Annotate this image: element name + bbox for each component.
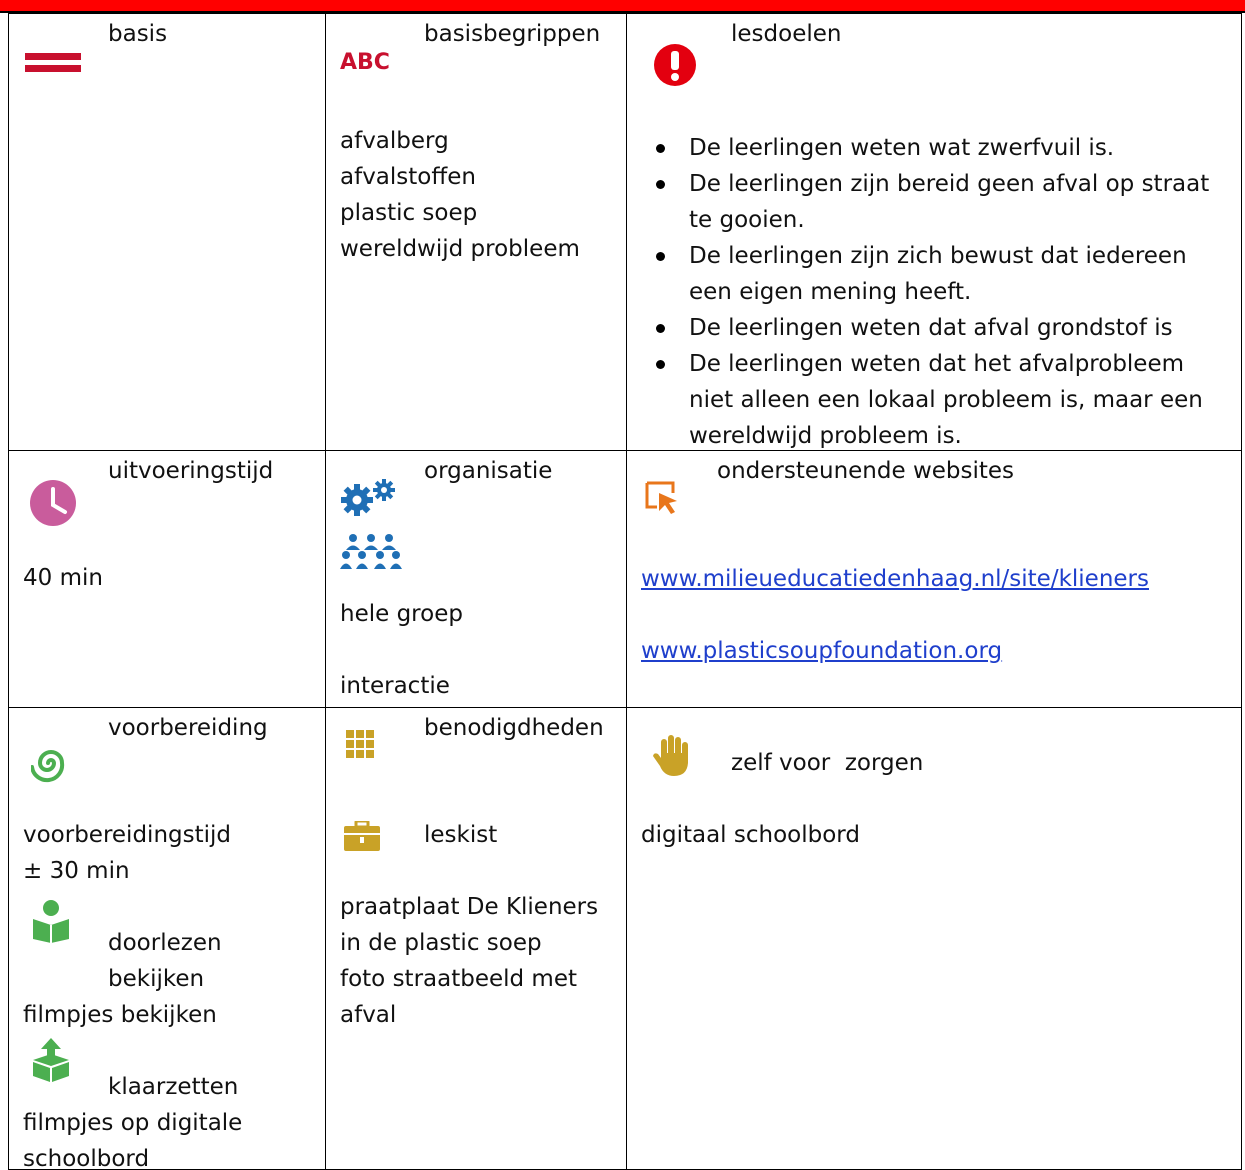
begrip-item: wereldwijd probleem [340, 236, 580, 262]
websites-label: ondersteunende websites [717, 458, 1015, 484]
cell-organisatie: organisatie hele groep interactie [325, 450, 627, 708]
bekijken-text: bekijken [108, 966, 205, 992]
cell-websites: ondersteunende websites www.milieueducat… [626, 450, 1242, 708]
cell-zelf-voor-zorgen: zelf voor zorgen digitaal schoolbord [626, 707, 1242, 1170]
lesdoel-item: De leerlingen weten dat het afvalproblee… [641, 346, 1229, 450]
lesdoel-item: De leerlingen zijn zich bewust dat ieder… [641, 238, 1229, 310]
exclamation-icon [654, 44, 696, 86]
cell-lesdoelen: lesdoelen De leerlingen weten wat zwerfv… [626, 13, 1242, 451]
benodigdheden-label: benodigdheden [424, 715, 604, 741]
cell-uitvoeringstijd: uitvoeringstijd 40 min [8, 450, 326, 708]
begrip-item: afvalberg [340, 128, 449, 154]
begrip-item: plastic soep [340, 200, 478, 226]
website-link-plasticsoup[interactable]: www.plasticsoupfoundation.org [641, 633, 1002, 669]
voorbereiding-label: voorbereiding [108, 715, 268, 741]
begrip-item: afvalstoffen [340, 164, 476, 190]
benodigdheid-item: in de plastic soep [340, 930, 542, 956]
gears-icon [341, 479, 395, 516]
abc-icon: ABC [340, 50, 390, 71]
double-bar-icon [25, 53, 81, 72]
organisatie-label: organisatie [424, 458, 553, 484]
zelf-item: digitaal schoolbord [641, 822, 860, 848]
voorbereidingstijd-label: voorbereidingstijd [23, 822, 231, 848]
lesdoelen-label: lesdoelen [731, 21, 842, 47]
organisatie-mode: interactie [340, 673, 450, 699]
lesson-info-table: basis ABC basisbegrippen afvalberg afval… [8, 13, 1242, 1170]
lesdoel-item: De leerlingen weten dat afval grondstof … [641, 310, 1229, 346]
hand-icon [653, 735, 688, 776]
grid-icon [346, 730, 374, 758]
doorlezen-text: doorlezen [108, 930, 222, 956]
benodigdheid-item: afval [340, 1002, 397, 1028]
uitvoeringstijd-label: uitvoeringstijd [108, 458, 274, 484]
cell-benodigdheden: benodigdheden leskist praatplaat De Klie… [325, 707, 627, 1170]
voorbereidingstijd-value: ± 30 min [23, 858, 130, 884]
briefcase-icon [344, 821, 380, 851]
box-upload-icon [33, 1038, 69, 1082]
lesdoelen-list: De leerlingen weten wat zwerfvuil is. De… [641, 130, 1229, 450]
schoolbord-text: schoolbord [23, 1146, 150, 1170]
leskist-text: leskist [424, 822, 498, 848]
klaarzetten-text: klaarzetten [108, 1074, 239, 1100]
lesdoel-item: De leerlingen weten wat zwerfvuil is. [641, 130, 1229, 166]
clock-icon [30, 480, 76, 526]
filmpjes-digitale-text: filmpjes op digitale [23, 1110, 243, 1136]
group-icon [340, 534, 402, 569]
benodigdheid-item: praatplaat De Klieners [340, 894, 599, 920]
spiral-icon [31, 750, 65, 783]
lesdoel-item: De leerlingen zijn bereid geen afval op … [641, 166, 1229, 238]
basisbegrippen-label: basisbegrippen [424, 21, 601, 47]
cell-voorbereiding: voorbereiding voorbereidingstijd ± 30 mi… [8, 707, 326, 1170]
website-link-milieueducatie[interactable]: www.milieueducatiedenhaag.nl/site/kliene… [641, 561, 1149, 597]
cell-basis: basis [8, 13, 326, 451]
zelf-voor-zorgen-label: zelf voor zorgen [731, 750, 924, 776]
uitvoeringstijd-value: 40 min [23, 565, 103, 591]
organisatie-group: hele groep [340, 601, 463, 627]
cell-basisbegrippen: ABC basisbegrippen afvalberg afvalstoffe… [325, 13, 627, 451]
basis-label: basis [108, 21, 168, 47]
header-red-bar [0, 0, 1245, 13]
svg-text:ABC: ABC [340, 50, 390, 71]
cursor-icon [645, 481, 677, 514]
filmpjes-bekijken-text: filmpjes bekijken [23, 1002, 217, 1028]
reader-icon [33, 900, 69, 943]
benodigdheid-item: foto straatbeeld met [340, 966, 578, 992]
